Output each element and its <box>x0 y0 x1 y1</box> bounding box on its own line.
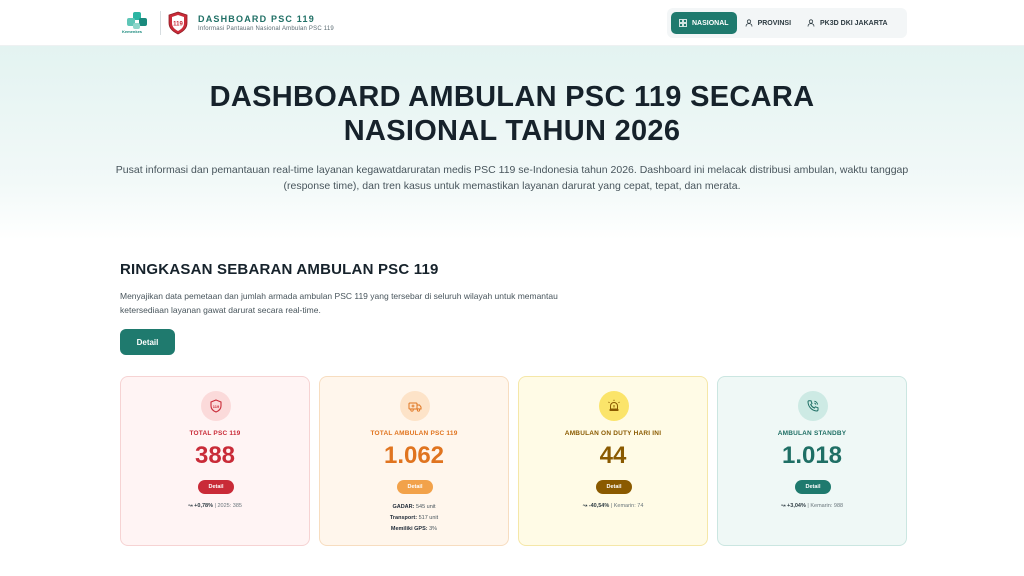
card-label: AMBULAN ON DUTY HARI INI <box>564 430 662 437</box>
nav-nasional-label: NASIONAL <box>692 19 729 27</box>
hero-title: DASHBOARD AMBULAN PSC 119 SECARA NASIONA… <box>112 80 912 148</box>
section-title: RINGKASAN SEBARAN AMBULAN PSC 119 <box>120 261 439 278</box>
card-trend: ↝ +3,04% | Kemarin: 988 <box>718 503 906 509</box>
card-total-psc-119: 119 TOTAL PSC 119 388 Detail ↝ +0,78% | … <box>120 376 310 546</box>
card-value: 44 <box>599 442 627 469</box>
psc-119-shield-logo: 119 <box>168 11 188 35</box>
card-breakdown: GADAR: 545 unit Transport: 517 unit Memi… <box>320 502 508 535</box>
trend-note: | Kemarin: 74 <box>610 503 644 509</box>
grid-icon <box>679 19 687 27</box>
trend-value: ↝ -40,54% <box>582 503 610 509</box>
hero-banner: DASHBOARD AMBULAN PSC 119 SECARA NASIONA… <box>0 46 1024 240</box>
card-trend: ↝ +0,78% | 2025: 385 <box>121 503 309 509</box>
card-label: TOTAL PSC 119 <box>189 430 241 437</box>
kemenkes-logo: Kemenkes <box>122 10 150 36</box>
breakdown-transport: Transport: 517 unit <box>389 515 439 521</box>
app-subtitle: Informasi Pantauan Nasional Ambulan PSC … <box>198 25 334 32</box>
card-value: 1.018 <box>781 442 843 469</box>
card-icon-wrap <box>798 391 828 421</box>
trend-note: | Kemarin: 988 <box>807 503 844 509</box>
card-label: AMBULAN STANDBY <box>777 430 847 437</box>
card-icon-wrap <box>599 391 629 421</box>
card-value: 1.062 <box>383 442 445 469</box>
nav-provinsi-label: PROVINSI <box>757 19 792 27</box>
nav-pk3d-label: PK3D DKI JAKARTA <box>820 19 888 27</box>
card-detail-button[interactable]: Detail <box>397 480 433 494</box>
card-ambulan-standby: AMBULAN STANDBY 1.018 Detail ↝ +3,04% | … <box>717 376 907 546</box>
user-icon <box>807 19 815 27</box>
card-ambulan-on-duty: AMBULAN ON DUTY HARI INI 44 Detail ↝ -40… <box>518 376 708 546</box>
trend-value: ↝ +0,78% <box>188 503 213 509</box>
svg-text:119: 119 <box>213 404 220 409</box>
breakdown-gps: Memiliki GPS: 3% <box>390 526 438 532</box>
card-icon-wrap <box>400 391 430 421</box>
brand-divider <box>160 11 161 35</box>
psc-shield-icon: 119 <box>210 399 222 413</box>
top-navbar: Kemenkes 119 DASHBOARD PSC 119 Informasi… <box>0 0 1024 46</box>
card-value: 388 <box>194 442 236 469</box>
trend-note: | 2025: 385 <box>214 503 242 509</box>
card-icon-wrap: 119 <box>201 391 231 421</box>
card-detail-button[interactable]: Detail <box>198 480 234 494</box>
hero-title-line-1: DASHBOARD AMBULAN PSC 119 SECARA <box>209 81 815 113</box>
app-title: DASHBOARD PSC 119 <box>198 13 315 24</box>
trend-value: ↝ +3,04% <box>780 503 806 509</box>
user-icon <box>745 19 752 27</box>
breakdown-gadar: GADAR: 545 unit <box>392 504 436 510</box>
card-trend: ↝ -40,54% | Kemarin: 74 <box>519 503 707 509</box>
phone-call-icon <box>807 400 819 412</box>
card-detail-button[interactable]: Detail <box>795 480 831 494</box>
hero-description: Pusat informasi dan pemantauan real-time… <box>115 164 909 192</box>
section-description: Menyajikan data pemetaan dan jumlah arma… <box>120 291 558 315</box>
nav-provinsi[interactable]: PROVINSI <box>737 12 799 34</box>
card-label: TOTAL AMBULAN PSC 119 <box>370 430 458 437</box>
siren-icon <box>608 399 620 411</box>
hero-title-line-2: NASIONAL TAHUN 2026 <box>343 115 681 147</box>
main-nav: NASIONAL PROVINSI PK3D DKI JAKARTA <box>667 8 907 38</box>
brand[interactable]: Kemenkes 119 DASHBOARD PSC 119 Informasi… <box>122 10 334 36</box>
nav-nasional[interactable]: NASIONAL <box>671 12 737 34</box>
card-detail-button[interactable]: Detail <box>596 480 632 494</box>
shield-badge-text: 119 <box>173 22 183 28</box>
nav-pk3d-dki-jakarta[interactable]: PK3D DKI JAKARTA <box>799 12 896 34</box>
ambulance-icon <box>408 402 422 412</box>
section-detail-button[interactable]: Detail <box>120 329 175 355</box>
card-total-ambulan: TOTAL AMBULAN PSC 119 1.062 Detail GADAR… <box>319 376 509 546</box>
kemenkes-logo-text: Kemenkes <box>122 29 143 34</box>
